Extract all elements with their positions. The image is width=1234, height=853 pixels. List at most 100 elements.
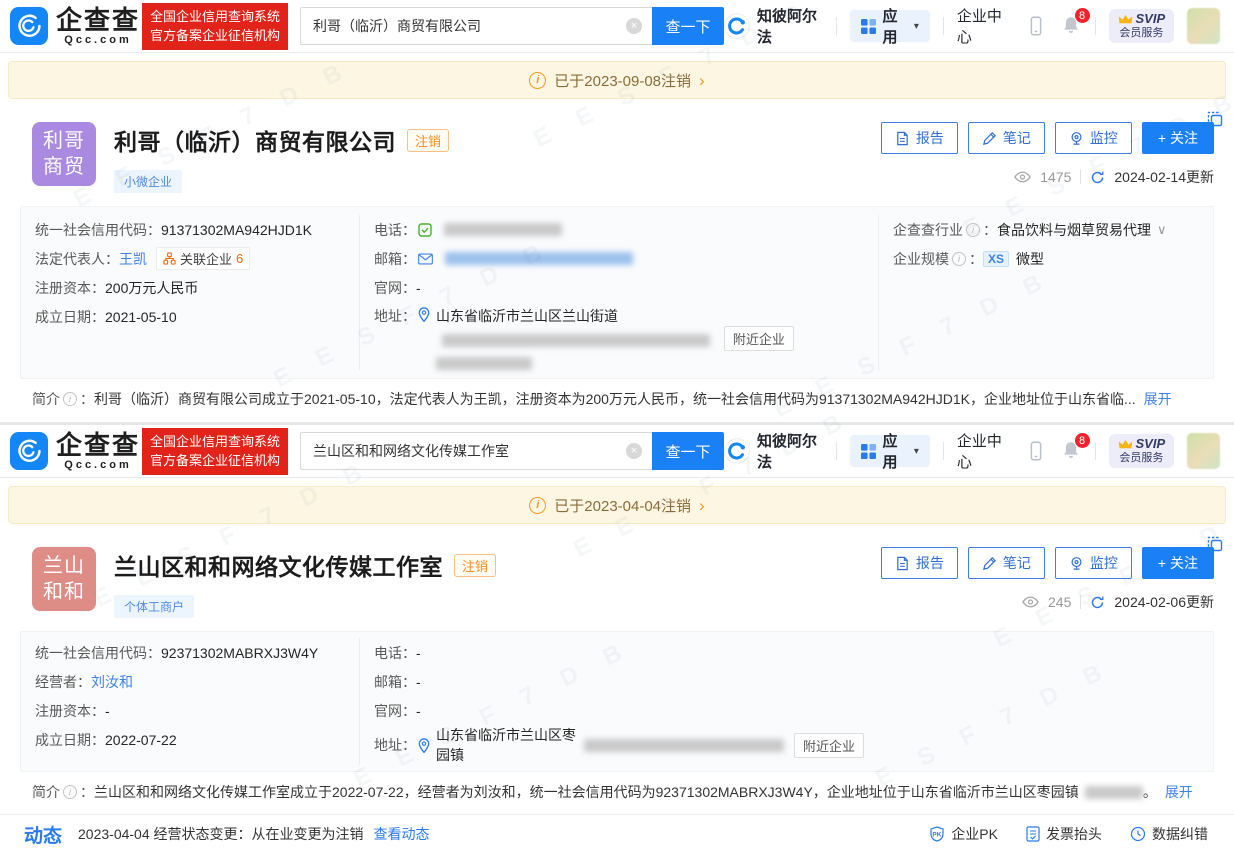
brand-title: 企查查: [56, 432, 140, 458]
divider: [943, 17, 944, 35]
address-blur: [584, 739, 784, 752]
search-button[interactable]: 查一下: [652, 7, 724, 45]
status-badge: 注销: [407, 129, 449, 152]
clear-search-icon[interactable]: ×: [626, 443, 642, 459]
notifications-button[interactable]: 8: [1060, 440, 1082, 462]
updated-date: 2024-02-14更新: [1114, 167, 1214, 187]
follow-button[interactable]: + 关注: [1142, 122, 1214, 154]
enterprise-center-link[interactable]: 企业中心: [957, 430, 1012, 472]
related-companies-badge[interactable]: 关联企业 6: [156, 247, 250, 270]
intro-text: 兰山区和和网络文化传媒工作室成立于2022-07-22，经营者为刘汝和，统一社会…: [94, 782, 1079, 802]
refresh-icon[interactable]: [1090, 170, 1105, 185]
credit-code-row: 统一社会信用代码： 92371302MABRXJ3W4Y: [35, 638, 345, 667]
mobile-app-button[interactable]: [1025, 15, 1047, 37]
phone-icon: [1025, 15, 1047, 37]
email-row: 邮箱： -: [374, 667, 864, 696]
top-navbar: 企查查 Qcc.com 全国企业信用查询系统 官方备案企业征信机构 × 查一下 …: [0, 425, 1234, 478]
company-tag[interactable]: 小微企业: [114, 170, 182, 193]
notice-text: 已于2023-09-08注销: [554, 70, 691, 91]
monitor-button[interactable]: 监控: [1055, 547, 1132, 579]
brand-name: 企查查 Qcc.com: [56, 7, 140, 46]
views-eye-icon: [1022, 596, 1039, 608]
caret-down-icon: ▾: [914, 446, 919, 457]
apps-grid-icon: [861, 444, 876, 459]
user-avatar[interactable]: [1187, 8, 1220, 44]
website-row: 官网： -: [374, 696, 864, 725]
expand-link[interactable]: 展开: [1144, 389, 1172, 409]
chevron-down-icon[interactable]: ∨: [1157, 222, 1167, 238]
address-blur-2: [436, 357, 532, 370]
notice-wrap: i 已于2023-09-08注销 ›: [0, 53, 1234, 106]
data-correction-button[interactable]: 数据纠错: [1130, 824, 1208, 844]
credit-code-row: 统一社会信用代码： 91371302MA942HJD1K: [35, 215, 345, 244]
email-value: -: [416, 674, 421, 690]
dynamics-bar: 动态 2023-04-04 经营状态变更：从在业变更为注销 查看动态 PK 企业…: [0, 814, 1234, 853]
zhibi-alfa-icon: [724, 13, 750, 39]
pencil-icon: [982, 556, 997, 571]
apps-menu[interactable]: 应用 ▾: [850, 435, 930, 467]
search-button[interactable]: 查一下: [652, 432, 724, 470]
brand-name: 企查查 Qcc.com: [56, 432, 140, 471]
info-icon: i: [63, 392, 77, 406]
divider: [1080, 595, 1081, 609]
info-icon: i: [529, 497, 546, 514]
card-corner-icon[interactable]: [1206, 535, 1224, 553]
mobile-app-button[interactable]: [1025, 440, 1047, 462]
updated-date: 2024-02-06更新: [1114, 592, 1214, 612]
monitor-button[interactable]: 监控: [1055, 122, 1132, 154]
company-tag[interactable]: 个体工商户: [114, 595, 194, 618]
pk-shield-icon: PK: [929, 826, 945, 842]
apps-grid-icon: [861, 19, 876, 34]
company-pk-button[interactable]: PK 企业PK: [929, 824, 998, 844]
search-input[interactable]: [300, 432, 652, 470]
qcc-logo[interactable]: 企查查 Qcc.com: [10, 432, 140, 471]
address-row: 地址： 山东省临沂市兰山区兰山街道 附近企业: [374, 302, 864, 370]
deregistered-notice-banner[interactable]: i 已于2023-04-04注销 ›: [8, 486, 1226, 524]
nearby-companies-button[interactable]: 附近企业: [794, 733, 864, 758]
zhibi-alfa-link[interactable]: 知彼阿尔法: [724, 430, 823, 472]
card-corner-icon[interactable]: [1206, 110, 1224, 128]
svip-membership-button[interactable]: SVIP 会员服务: [1109, 434, 1175, 468]
intro-text: 利哥（临沂）商贸有限公司成立于2021-05-10，法定代表人为王凯，注册资本为…: [94, 389, 1136, 409]
divider: [943, 442, 944, 460]
operator-link[interactable]: 刘汝和: [91, 672, 133, 692]
report-button[interactable]: 报告: [881, 547, 958, 579]
address-row: 地址： 山东省临沂市兰山区枣园镇 附近企业: [374, 725, 864, 765]
nearby-companies-button[interactable]: 附近企业: [724, 326, 794, 351]
address-blur-1: [442, 334, 710, 347]
invoice-title-button[interactable]: 发票抬头: [1026, 824, 1102, 844]
industry-row: 企查查行业 i ： 食品饮料与烟草贸易代理 ∨: [893, 215, 1199, 244]
legal-rep-row: 法定代表人： 王凯 关联企业 6: [35, 244, 345, 273]
legal-rep-link[interactable]: 王凯: [119, 249, 147, 269]
notice-wrap: i 已于2023-04-04注销 ›: [0, 478, 1234, 531]
brand-domain: Qcc.com: [64, 35, 131, 46]
company-header: 兰山 和和 兰山区和和网络文化传媒工作室 注销 个体工商户 报告: [0, 547, 1234, 618]
note-button[interactable]: 笔记: [968, 122, 1045, 154]
zhibi-alfa-link[interactable]: 知彼阿尔法: [724, 5, 823, 47]
user-avatar[interactable]: [1187, 433, 1220, 469]
section-company-2: 企查查 Qcc.com 全国企业信用查询系统 官方备案企业征信机构 × 查一下 …: [0, 425, 1234, 853]
enterprise-center-link[interactable]: 企业中心: [957, 5, 1012, 47]
svip-membership-button[interactable]: SVIP 会员服务: [1109, 9, 1175, 43]
refresh-icon[interactable]: [1090, 595, 1105, 610]
phone-blurred-value: [444, 223, 562, 236]
email-row: 邮箱：: [374, 244, 864, 273]
svg-text:PK: PK: [933, 832, 942, 839]
search-input[interactable]: [300, 7, 652, 45]
notifications-button[interactable]: 8: [1060, 15, 1082, 37]
deregistered-notice-banner[interactable]: i 已于2023-09-08注销 ›: [8, 61, 1226, 99]
follow-button[interactable]: + 关注: [1142, 547, 1214, 579]
info-icon: i: [63, 785, 77, 799]
phone-row: 电话： -: [374, 638, 864, 667]
note-button[interactable]: 笔记: [968, 547, 1045, 579]
clear-search-icon[interactable]: ×: [626, 18, 642, 34]
report-button[interactable]: 报告: [881, 122, 958, 154]
notice-text: 已于2023-04-04注销: [554, 495, 691, 516]
view-dynamics-link[interactable]: 查看动态: [374, 824, 430, 844]
phone-check-icon: [418, 223, 432, 237]
qcc-logo-icon: [10, 7, 48, 45]
company-info-panel: 统一社会信用代码： 91371302MA942HJD1K 法定代表人： 王凯 关…: [20, 206, 1214, 379]
expand-link[interactable]: 展开: [1165, 782, 1193, 802]
apps-menu[interactable]: 应用 ▾: [850, 10, 930, 42]
qcc-logo[interactable]: 企查查 Qcc.com: [10, 7, 140, 46]
